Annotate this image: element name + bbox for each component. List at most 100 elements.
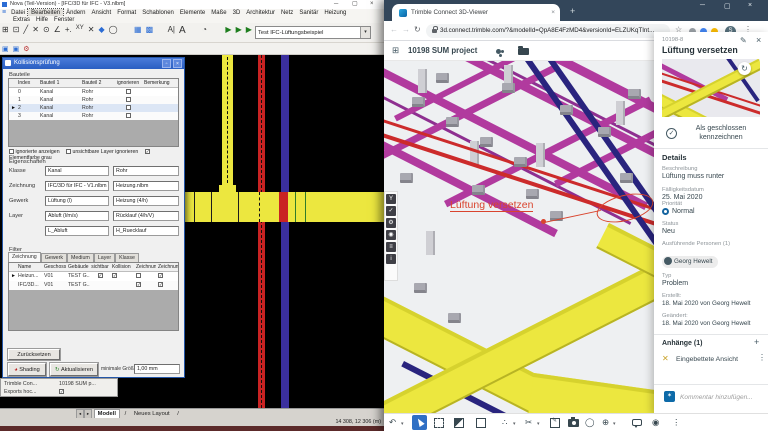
checkbox[interactable] (9, 149, 14, 155)
tab-layer[interactable]: Layer (93, 253, 116, 262)
invert-selection-icon[interactable] (454, 418, 464, 428)
xy-tool-icon[interactable]: XY (74, 23, 86, 33)
settings-gear-icon[interactable]: ⚙ (21, 43, 31, 55)
table-row[interactable]: 3 Kanal Rohr (9, 112, 178, 120)
checkbox[interactable] (125, 105, 131, 111)
render-icon[interactable]: ◔ (200, 23, 209, 36)
comment-input[interactable]: Kommentar hinzufügen... (680, 394, 753, 401)
checkbox[interactable] (125, 89, 131, 95)
project-grid-icon[interactable]: ⊞ (392, 45, 399, 56)
table-row[interactable]: 0 Kanal Rohr (9, 88, 178, 96)
filter-table[interactable]: Name Geschoss Gebäude sichtbar Kollision… (8, 262, 179, 331)
location-pin-icon[interactable]: ◉ (652, 417, 659, 428)
checkbox-checked[interactable]: ✓ (158, 282, 163, 288)
prop-field[interactable]: Heizung (4/h) (113, 196, 179, 206)
checkbox-checked[interactable]: ✓ (112, 273, 117, 279)
todo-check-icon[interactable]: ✓ (386, 206, 396, 216)
circle-tool-icon[interactable]: ⊙ (41, 23, 52, 36)
tab-klasse[interactable]: Klasse (115, 253, 139, 262)
attachment-menu-icon[interactable]: ⋮ (758, 353, 766, 362)
solid-tool-icon[interactable]: ◆ (96, 23, 106, 36)
reset-button[interactable]: Zurücksetzen (8, 349, 60, 360)
browser-minimize-icon[interactable]: ─ (700, 2, 705, 9)
export-icon-2[interactable]: ▶ (234, 23, 244, 36)
close-issue-icon[interactable]: ✓ (666, 128, 677, 139)
undo-icon[interactable]: ↶ (389, 417, 396, 428)
more-tools-icon[interactable]: ⋮ (672, 417, 681, 428)
table-row[interactable]: 1 Kanal Rohr (9, 96, 178, 104)
browser-maximize-icon[interactable]: ▢ (724, 2, 731, 10)
folder-icon[interactable] (518, 46, 529, 55)
dialog-titlebar[interactable]: Kollisionsprüfung ▫ × (3, 58, 184, 69)
undo-caret-icon[interactable]: ▾ (401, 421, 404, 427)
prop-field[interactable]: Rücklauf (4/h/V) (113, 211, 179, 221)
close-icon[interactable]: × (370, 0, 374, 9)
select-tool-icon[interactable]: ⊞ (0, 23, 11, 36)
checkbox[interactable] (125, 113, 131, 119)
filter-row-selected[interactable]: ► Heizun... V01 TEST G... ✓ ✓ ✓ (9, 272, 178, 281)
comments-icon[interactable] (632, 419, 642, 428)
globe-icon[interactable]: ⊕ (602, 417, 609, 428)
prop-field[interactable]: IFC/3D für IFC - V1.nlbm (45, 181, 109, 191)
browser-close-icon[interactable]: × (748, 2, 752, 9)
list-icon[interactable]: ≡ (386, 242, 396, 252)
prop-field[interactable]: Lüftung (l) (45, 196, 109, 206)
panel-close-icon[interactable]: × (756, 35, 761, 45)
erase-tool-icon[interactable]: ✕ (30, 23, 41, 36)
grid-view-icon[interactable]: ▦ (132, 23, 144, 36)
tab-close-icon[interactable]: × (551, 4, 555, 21)
reload-icon[interactable]: ↻ (414, 25, 421, 34)
browser-tab[interactable]: Trimble Connect 3D-Viewer × (392, 4, 560, 21)
text-icon[interactable]: A (177, 23, 188, 38)
minimize-icon[interactable]: ─ (334, 0, 338, 9)
lasso-icon[interactable]: ◯ (585, 417, 595, 428)
close-issue-action[interactable]: Als geschlossen kennzeichnen (682, 124, 760, 142)
tab-medium[interactable]: Medium (67, 253, 94, 262)
window-icon-2[interactable]: ▣ (11, 43, 22, 55)
section-cut-icon[interactable]: ✂ (525, 417, 532, 428)
markup-annotation-text[interactable]: Lüftung versetzen (450, 199, 534, 212)
attachment-name[interactable]: Eingebettete Ansicht (676, 356, 738, 363)
measure-caret-icon[interactable]: ▾ (513, 421, 516, 427)
prop-field[interactable]: Abluft (l/m/s) (45, 211, 109, 221)
edit-icon[interactable]: ✎ (740, 36, 747, 45)
prop-field[interactable]: Heizung.nlbm (113, 181, 179, 191)
min-size-input[interactable]: 1,00 mm (134, 364, 180, 374)
refresh-view-icon[interactable]: ↻ (738, 62, 751, 75)
update-button[interactable]: ↻ Aktualisieren (50, 363, 98, 376)
tab-zeichnung[interactable]: Zeichnung (8, 252, 41, 262)
prop-field[interactable]: Rohr (113, 166, 179, 176)
measure-icon[interactable]: ∴ (502, 417, 507, 428)
menu-icon[interactable]: ≡ (0, 9, 8, 16)
prop-field[interactable]: L_Abluft (45, 226, 109, 236)
line-tool-icon[interactable]: ╱ (21, 23, 30, 36)
camera-icon[interactable] (568, 417, 579, 427)
text-cursor-icon[interactable]: A| (166, 23, 177, 36)
back-icon[interactable]: ← (390, 25, 398, 34)
bauteile-table[interactable]: Index Bauteil 1 Bauteil 2 ignorieren Bem… (8, 78, 179, 147)
marquee-select-icon[interactable] (434, 418, 444, 428)
settings-icon[interactable]: ⚙ (386, 218, 396, 228)
shading-button[interactable]: ◕ Shading (8, 363, 46, 376)
share-users-icon[interactable] (496, 49, 501, 54)
checkbox[interactable] (125, 97, 131, 103)
drawing-preset-select[interactable]: Test IFC-Lüftungsbeispiel ▾ (255, 26, 371, 39)
zoom-frame-icon[interactable] (476, 418, 486, 428)
checkbox[interactable] (66, 149, 72, 155)
ring-tool-icon[interactable]: ◯ (107, 23, 120, 36)
section-caret-icon[interactable]: ▾ (537, 421, 540, 427)
new-tab-icon[interactable]: + (570, 6, 575, 16)
users-icon[interactable]: ◉ (386, 230, 396, 240)
export-icon-1[interactable]: ▶ (223, 23, 233, 36)
checkbox-checked[interactable]: ✓ (144, 149, 150, 155)
forward-icon[interactable]: → (402, 25, 410, 34)
checkbox[interactable] (136, 273, 141, 279)
checkbox-checked[interactable]: ✓ (136, 282, 141, 288)
select2-tool-icon[interactable]: ⊡ (11, 23, 22, 36)
share-icon[interactable]: Y (386, 194, 396, 204)
checkbox-checked[interactable]: ✓ (97, 273, 103, 279)
filter-row[interactable]: IFC/3D... V01 TEST G... ✓ ✓ (9, 281, 178, 290)
assignee-chip[interactable]: Georg Hewelt (662, 256, 718, 268)
chevron-down-icon[interactable]: ▾ (360, 27, 370, 38)
dialog-close-icon[interactable]: × (173, 59, 182, 68)
